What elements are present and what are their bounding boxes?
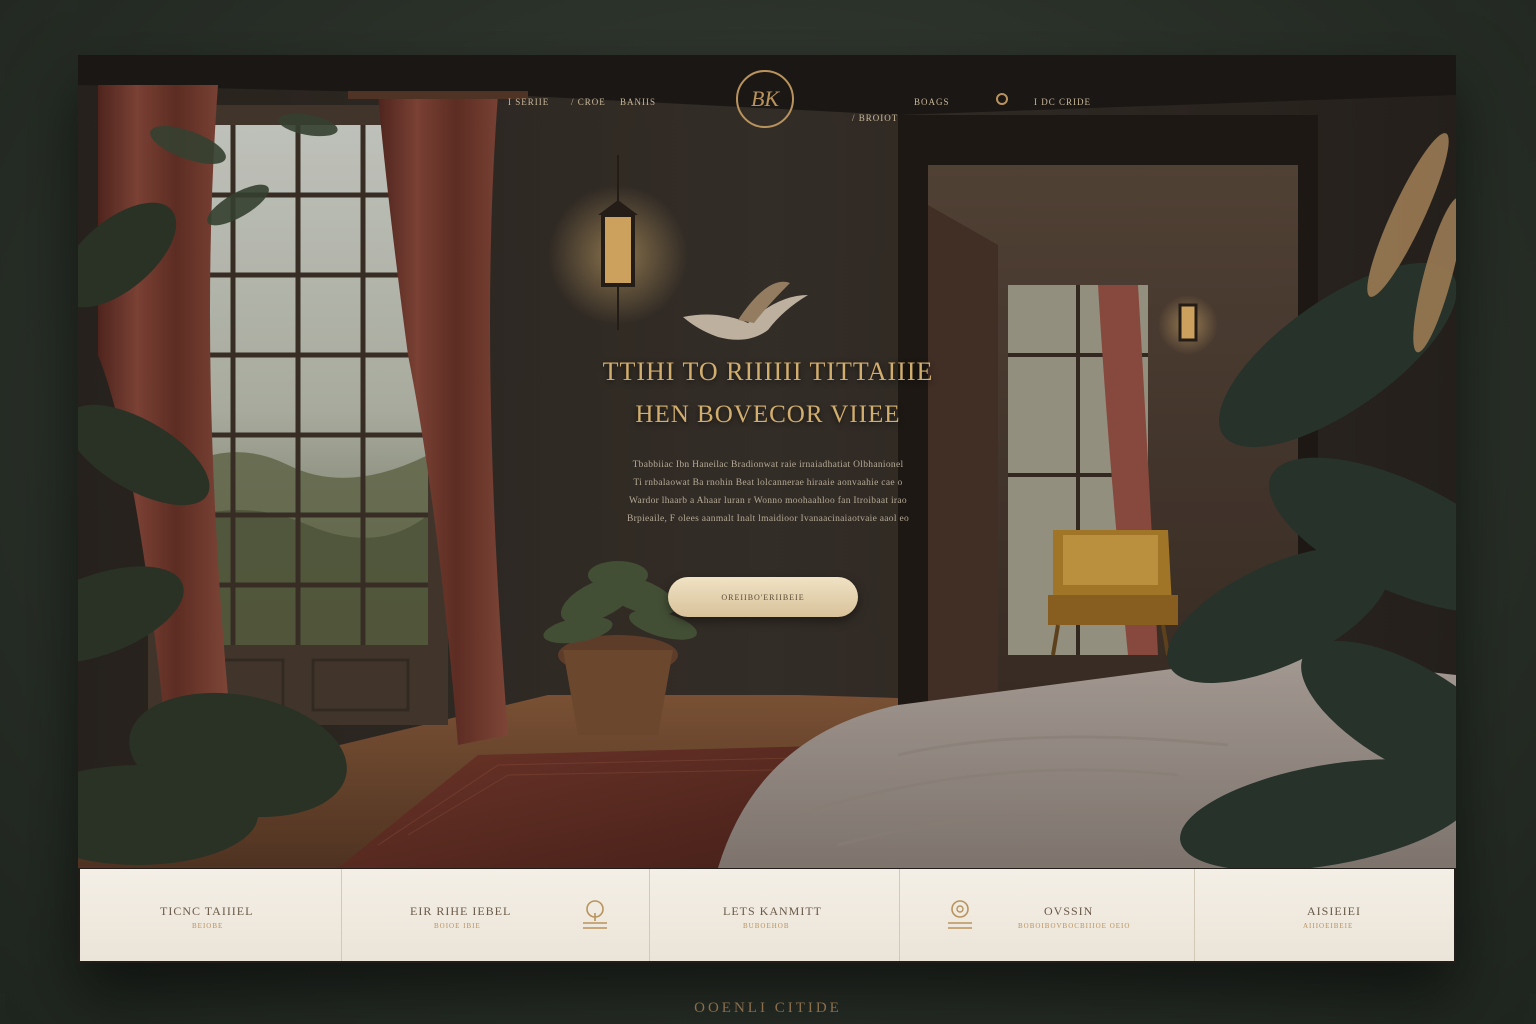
footer-title: OOENLI CITIDE [694,1000,842,1016]
feature-title-3: LETS KANMITT [723,904,822,918]
feature-subtitle-2: BOIOE IBIE [434,922,481,930]
hero-body-line-3: Wardor lhaarb a Ahaar luran r Wonno mooh… [629,496,907,506]
wreath-icon [948,900,972,929]
nav-link-1[interactable]: I SERIIE [508,97,549,107]
feature-title-4: OVSSIN [1044,904,1094,918]
feature-item-4[interactable]: OVSSIN BOBOIBOVBOCBIIIOE OEIO [900,869,1195,961]
nav-link-2[interactable]: / CROE [571,97,606,107]
feature-item-5[interactable]: AISIEIEI AIIIOEIBEIE [1195,869,1454,961]
feature-item-3[interactable]: LETS KANMITT BUBOEHOB [650,869,900,961]
hero-body-line-2: Ti rnbalaowat Ba rnohin Beat lolcannerae… [633,478,903,488]
feature-title-2: EIR RIHE IEBEL [410,904,512,918]
nav-link-4[interactable]: BOAGS [914,97,950,107]
logo-monogram: BK [750,86,780,111]
feature-title-5: AISIEIEI [1307,904,1361,918]
feature-subtitle-1: BEIOBE [192,922,224,930]
feature-item-2[interactable]: EIR RIHE IEBEL BOIOE IBIE [342,869,650,961]
hero-section: I SERIIE / CROE BANIIS BK BOAGS I DC CRI… [78,55,1456,868]
tree-icon [583,900,607,929]
cta-button[interactable]: OREIIBO'ERIIBEIE [668,577,858,617]
ring-icon[interactable] [996,93,1008,105]
feature-band: TICNC TAIIIEL BEIOBE EIR RIHE IEBEL BOIO… [80,869,1454,961]
feature-subtitle-3: BUBOEHOB [743,922,790,930]
logo-emblem[interactable]: BK [736,70,794,128]
feature-item-1[interactable]: TICNC TAIIIEL BEIOBE [80,869,342,961]
feature-subtitle-4: BOBOIBOVBOCBIIIOE OEIO [1018,922,1131,930]
website-frame: I SERIIE / CROE BANIIS BK BOAGS I DC CRI… [78,55,1456,963]
hero-headline-line-2: HEN BOVECOR VIIEE [635,401,901,428]
hero-body-line-4: Brpieaile, F olees aanmalt Inalt lmaidio… [626,514,910,524]
hero-headline-line-1: TTIHI TO RIIIIII TITTAIIIE [602,357,934,386]
feature-subtitle-5: AIIIOEIBEIE [1303,922,1354,930]
feature-title-1: TICNC TAIIIEL [160,904,254,918]
nav-link-3[interactable]: BANIIS [620,97,656,107]
nav-sub-link[interactable]: / BROIOT [852,113,898,123]
hero-body-line-1: Tbabbiiac Ibn Haneilac Bradionwat raie i… [632,460,904,470]
nav-link-5[interactable]: I DC CRIDE [1034,97,1091,107]
